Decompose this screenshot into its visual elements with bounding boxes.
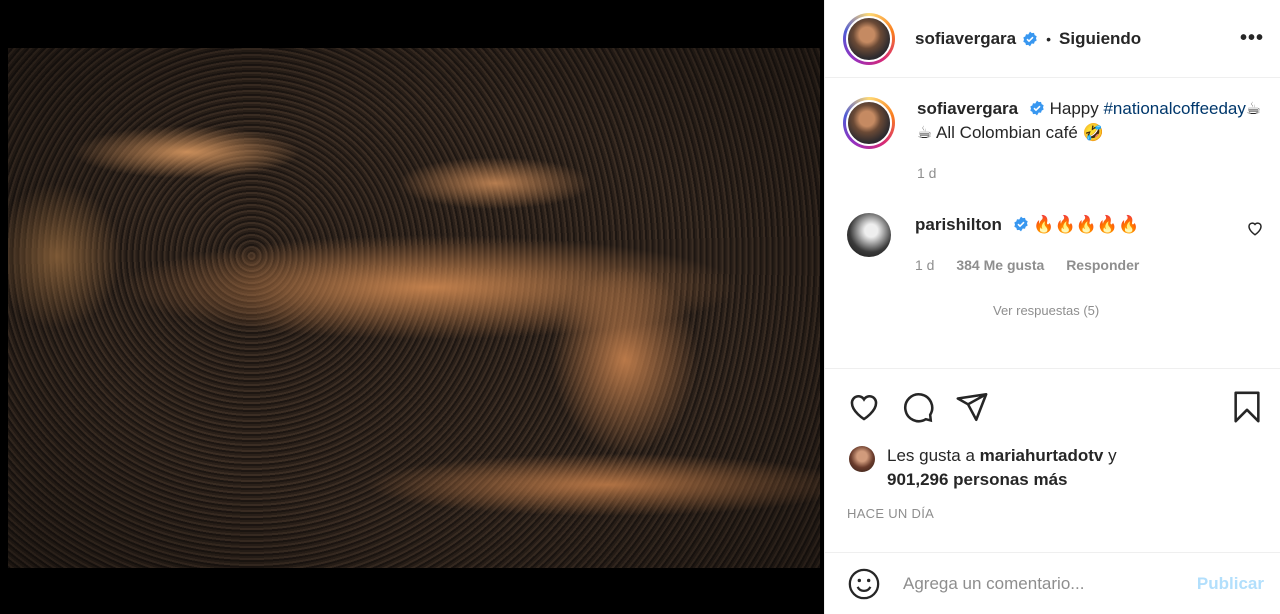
action-bar: [825, 368, 1280, 444]
comment-text: 🔥🔥🔥🔥🔥: [1033, 215, 1140, 234]
post-photo[interactable]: [8, 48, 820, 568]
add-comment-bar: Publicar: [825, 552, 1280, 614]
author-username[interactable]: sofiavergara: [915, 29, 1016, 49]
comment-item: parishilton 🔥🔥🔥🔥🔥 1 d 384 Me gusta Respo…: [843, 213, 1264, 277]
smiley-icon[interactable]: [847, 567, 881, 601]
comment-age[interactable]: 1 d: [915, 257, 934, 273]
heart-icon[interactable]: [847, 390, 881, 424]
likes-count[interactable]: 901,296 personas más: [887, 470, 1068, 489]
comment-button[interactable]: [901, 390, 935, 424]
liker-username[interactable]: mariahurtadotv: [980, 446, 1104, 465]
share-icon[interactable]: [955, 390, 989, 424]
comment-likes[interactable]: 384 Me gusta: [956, 257, 1044, 273]
liker-avatar[interactable]: [849, 446, 875, 472]
caption-text: Happy: [1049, 99, 1099, 118]
more-options-icon[interactable]: •••: [1240, 27, 1264, 50]
likes-prefix: Les gusta a: [887, 446, 975, 465]
save-button[interactable]: [1230, 390, 1264, 424]
post-timestamp[interactable]: HACE UN DÍA: [847, 506, 934, 521]
reply-button[interactable]: Responder: [1066, 257, 1139, 273]
comment-like-heart-icon[interactable]: [1246, 219, 1264, 237]
post-header: sofiavergara • Siguiendo •••: [825, 0, 1280, 78]
verified-badge-icon: [1023, 31, 1037, 46]
caption-avatar[interactable]: [843, 97, 895, 149]
caption-age[interactable]: 1 d: [917, 165, 936, 181]
comments-section[interactable]: sofiavergara Happy #nationalcoffeeday☕☕ …: [825, 79, 1280, 367]
comment-input[interactable]: [903, 573, 1153, 594]
likes-summary: Les gusta a mariahurtadotv y 901,296 per…: [825, 444, 1280, 492]
verified-badge-icon: [1013, 216, 1028, 232]
caption-username[interactable]: sofiavergara: [917, 99, 1018, 118]
commenter-username[interactable]: parishilton: [915, 215, 1002, 234]
likes-conj: y: [1108, 446, 1117, 465]
laugh-emoji: 🤣: [1082, 123, 1104, 142]
publish-button[interactable]: Publicar: [1197, 574, 1264, 594]
caption-hashtag[interactable]: #nationalcoffeeday: [1103, 99, 1245, 118]
caption: sofiavergara Happy #nationalcoffeeday☕☕ …: [843, 97, 1264, 185]
post-side-panel: sofiavergara • Siguiendo ••• sofiavergar…: [824, 0, 1280, 614]
separator-dot: •: [1046, 30, 1052, 47]
post-media: [0, 0, 824, 614]
bookmark-icon[interactable]: [1230, 390, 1264, 424]
view-replies-link[interactable]: Ver respuestas (5): [993, 303, 1264, 318]
verified-badge-icon: [1030, 100, 1044, 116]
commenter-avatar[interactable]: [847, 213, 891, 257]
like-button[interactable]: [847, 390, 881, 424]
share-button[interactable]: [955, 390, 989, 424]
comment-icon[interactable]: [901, 390, 935, 424]
follow-status-button[interactable]: Siguiendo: [1059, 29, 1141, 49]
caption-rest: All Colombian café: [936, 123, 1078, 142]
author-avatar[interactable]: [843, 12, 895, 65]
